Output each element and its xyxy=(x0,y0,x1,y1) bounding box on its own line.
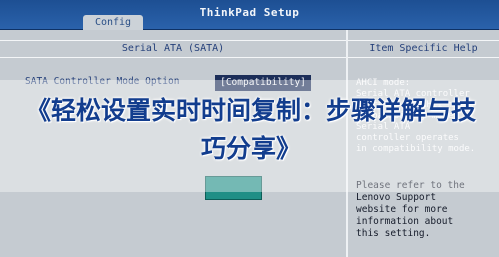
title-bar: ThinkPad Setup xyxy=(0,0,499,29)
main-panel-header: Serial ATA (SATA) xyxy=(0,40,346,58)
headline-text: 《轻松设置实时时间复制：步骤详解与技巧分享》 xyxy=(25,96,476,163)
tab-config[interactable]: Config xyxy=(83,15,143,30)
help-panel-header: Item Specific Help xyxy=(348,40,499,58)
app-title: ThinkPad Setup xyxy=(199,6,300,19)
